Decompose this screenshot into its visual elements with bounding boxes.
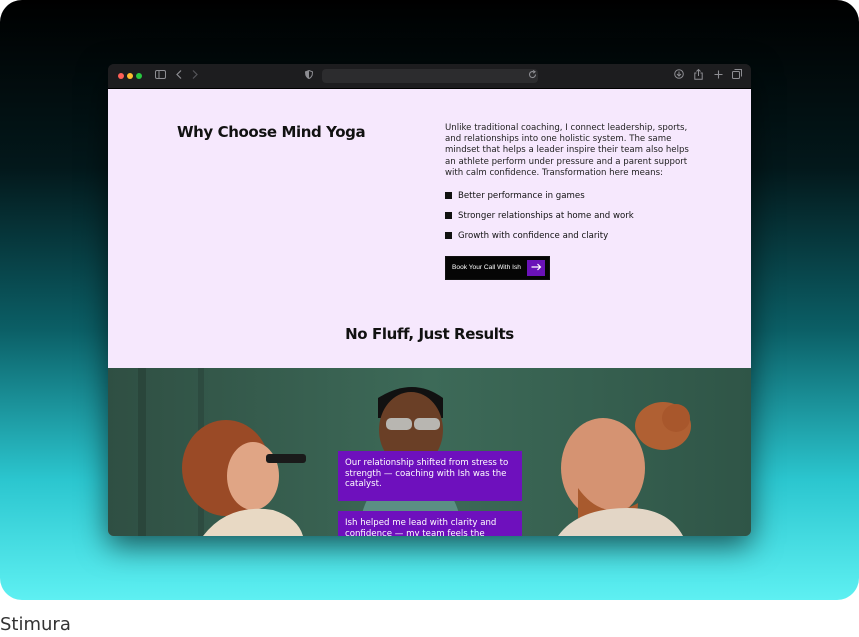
benefit-label: Stronger relationships at home and work [458, 211, 634, 221]
book-call-button[interactable]: Book Your Call With Ish [445, 256, 550, 280]
benefit-label: Growth with confidence and clarity [458, 231, 609, 241]
square-bullet-icon [445, 211, 452, 219]
why-choose-heading: Why Choose Mind Yoga [177, 123, 366, 141]
presentation-canvas: Why Choose Mind Yoga Unlike traditional … [0, 0, 859, 600]
results-title-bold: Results [454, 325, 514, 343]
reload-icon[interactable] [526, 69, 538, 83]
square-bullet-icon [445, 231, 452, 239]
book-call-label: Book Your Call With Ish [452, 264, 521, 271]
square-bullet-icon [445, 191, 452, 199]
address-bar[interactable] [322, 69, 538, 83]
new-tab-icon[interactable] [712, 69, 724, 83]
testimonial-card: Ish helped me lead with clarity and conf… [338, 511, 522, 536]
why-title-light: Why Choose [177, 123, 282, 141]
benefit-item: Better performance in games [445, 190, 585, 202]
shield-icon [304, 69, 314, 83]
tabs-overview-icon[interactable] [731, 69, 743, 83]
benefit-item: Stronger relationships at home and work [445, 210, 634, 222]
intro-paragraph: Unlike traditional coaching, I connect l… [445, 123, 689, 178]
results-title-light: No Fluff, Just [345, 325, 455, 343]
webpage: Why Choose Mind Yoga Unlike traditional … [108, 89, 751, 536]
sidebar-icon[interactable] [153, 69, 167, 83]
back-icon[interactable] [174, 69, 184, 83]
browser-toolbar [108, 64, 751, 89]
testimonial-card: Our relationship shifted from stress to … [338, 451, 522, 501]
brand-caption: Stimura [0, 614, 71, 635]
benefit-item: Growth with confidence and clarity [445, 230, 608, 242]
forward-icon[interactable] [190, 69, 200, 83]
testimonial-photo: Our relationship shifted from stress to … [108, 368, 751, 536]
share-icon[interactable] [692, 68, 704, 83]
download-icon[interactable] [673, 69, 685, 83]
benefit-label: Better performance in games [458, 191, 585, 201]
why-title-bold: Mind Yoga [281, 123, 366, 141]
minimize-window-button[interactable] [127, 73, 133, 79]
arrow-right-icon [527, 260, 545, 276]
results-heading: No Fluff, Just Results [108, 325, 751, 343]
browser-window: Why Choose Mind Yoga Unlike traditional … [108, 64, 751, 536]
close-window-button[interactable] [118, 73, 124, 79]
zoom-window-button[interactable] [136, 73, 142, 79]
